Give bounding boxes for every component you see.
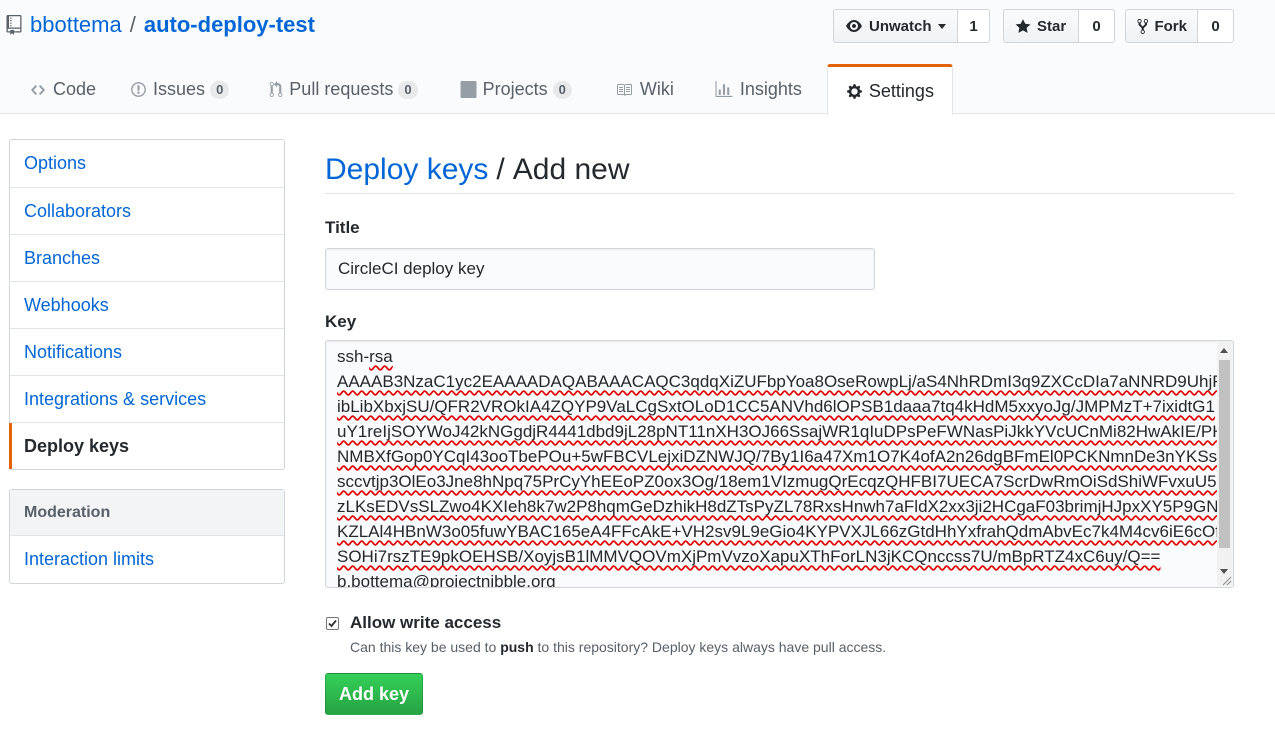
repo-separator: / [129,12,136,37]
unwatch-button[interactable]: Unwatch [833,9,958,43]
allow-write-row: Allow write access [325,613,1234,633]
chevron-down-icon [937,23,946,29]
key-line: uY1reIjSOYWoJ42kNGgdjR4441dbd9jL28pNT11n… [337,422,1225,441]
fork-icon [1137,18,1149,34]
key-line: sccvtjp3OlEo3Jne8hNpq75PrCyYhEEoPZ0ox3Og… [337,472,1226,491]
scroll-thumb[interactable] [1219,360,1230,548]
note-text-after: to this repository? Deploy keys always h… [533,639,887,655]
key-line: KZLAl4HBnW3o05fuwYBAC165eA4FFcAkE+VH2sv9… [337,522,1221,541]
resize-grip-icon[interactable] [1220,574,1232,586]
deploy-key-form: Deploy keys / Add new Title CircleCI dep… [325,139,1234,715]
key-textarea[interactable]: ssh-rsa AAAAB3NzaC1yc2EAAAADAQABAAACAQC3… [325,340,1234,588]
settings-sidebar: Options Collaborators Branches Webhooks … [9,139,285,603]
key-line: ibLibXbxjSU/QFR2VROkIA4ZQYP9VaLCgSxtOLoD… [337,397,1215,416]
forks-count[interactable]: 0 [1198,9,1234,43]
star-icon [1015,18,1031,33]
title-input[interactable]: CircleCI deploy key [325,248,875,290]
watchers-count[interactable]: 1 [958,9,990,43]
issue-icon [131,82,146,97]
key-scrollbar[interactable] [1217,342,1232,586]
allow-write-note: Can this key be used to push to this rep… [350,639,1234,655]
project-icon [460,81,477,98]
tab-wiki-label: Wiki [639,79,674,99]
tab-wiki[interactable]: Wiki [591,64,693,114]
tab-issues-label: Issues [153,79,206,99]
issues-counter: 0 [210,80,230,99]
note-text-bold: push [500,639,534,655]
note-text-before: Can this key be used to [350,639,501,655]
repo-name-link[interactable]: auto-deploy-test [144,12,315,38]
sidebar-item-deploy-keys[interactable]: Deploy keys [9,422,284,469]
tab-code-label: Code [53,79,97,99]
pull-request-icon [269,81,283,97]
tab-settings-label: Settings [868,80,934,101]
page-title: Deploy keys / Add new [325,139,1234,194]
tab-code[interactable]: Code [0,64,115,114]
title-label: Title [325,218,360,237]
star-button[interactable]: Star [1003,9,1079,43]
sidebar-item-interaction-limits[interactable]: Interaction limits [10,536,284,583]
breadcrumb-separator: / [496,153,505,186]
watch-group: Unwatch 1 [833,9,990,43]
key-line: SOHi7rszTE9pkOEHSB/XoyjsB1lMMVQOVmXjPmVv… [337,547,1161,566]
tab-pull-requests-label: Pull requests [289,79,394,99]
gear-icon [846,83,862,99]
repo-title: bbottema / auto-deploy-test [6,12,315,38]
breadcrumb-deploy-keys[interactable]: Deploy keys [325,153,488,187]
sidebar-item-notifications[interactable]: Notifications [10,328,284,375]
settings-menu: Options Collaborators Branches Webhooks … [9,139,285,470]
code-icon [31,84,45,95]
star-label: Star [1037,17,1067,35]
key-line: b.bottema@projectnibble.org [337,572,556,588]
allow-write-checkbox[interactable] [326,617,339,630]
fork-group: Fork 0 [1125,9,1234,43]
tab-insights-label: Insights [739,79,802,99]
repo-owner-link[interactable]: bbottema [30,12,122,38]
tab-projects-label: Projects [482,79,548,99]
sidebar-item-integrations[interactable]: Integrations & services [10,375,284,422]
tab-insights[interactable]: Insights [693,64,823,114]
sidebar-item-collaborators[interactable]: Collaborators [10,187,284,234]
fork-label: Fork [1154,17,1187,35]
moderation-heading: Moderation [10,490,284,536]
add-key-button[interactable]: Add key [325,673,423,715]
pull-requests-counter: 0 [398,80,418,99]
tab-issues[interactable]: Issues 0 [115,64,248,114]
unwatch-label: Unwatch [869,17,932,35]
key-line-text: rsa [369,347,393,366]
eye-icon [846,20,862,32]
graph-icon [715,81,733,97]
key-label: Key [325,312,357,331]
tab-pull-requests[interactable]: Pull requests 0 [248,64,436,114]
key-line: ssh-rsa [337,347,393,366]
tab-projects[interactable]: Projects 0 [437,64,591,114]
key-line: NMBXfGop0YCqI43ooTbePOu+5wFBCVLejxiDZNWJ… [337,447,1218,466]
star-group: Star 0 [1003,9,1115,43]
page-heading: Add new [512,153,630,186]
repo-nav: Code Issues 0 Pull requests 0 Projects 0… [0,64,953,115]
stars-count[interactable]: 0 [1079,9,1115,43]
key-line: zLKsEDVsSLZwo4KXIeh8k7w2P8hqmGeDzhikH8dZ… [337,497,1228,516]
book-icon [616,83,632,96]
allow-write-label[interactable]: Allow write access [350,613,501,633]
sidebar-item-options[interactable]: Options [10,140,284,187]
sidebar-item-webhooks[interactable]: Webhooks [10,281,284,328]
repo-icon [6,15,22,35]
fork-button[interactable]: Fork [1125,9,1198,43]
checkmark-icon [328,619,337,628]
tab-settings[interactable]: Settings [826,64,953,115]
sidebar-item-branches[interactable]: Branches [10,234,284,281]
scroll-up-icon[interactable] [1220,348,1228,353]
key-line: AAAAB3NzaC1yc2EAAAADAQABAAACAQC3qdqXiZUF… [337,372,1223,391]
moderation-menu: Moderation Interaction limits [9,489,285,584]
repo-header: bbottema / auto-deploy-test Unwatch 1 St… [0,0,1275,115]
projects-counter: 0 [552,80,572,99]
